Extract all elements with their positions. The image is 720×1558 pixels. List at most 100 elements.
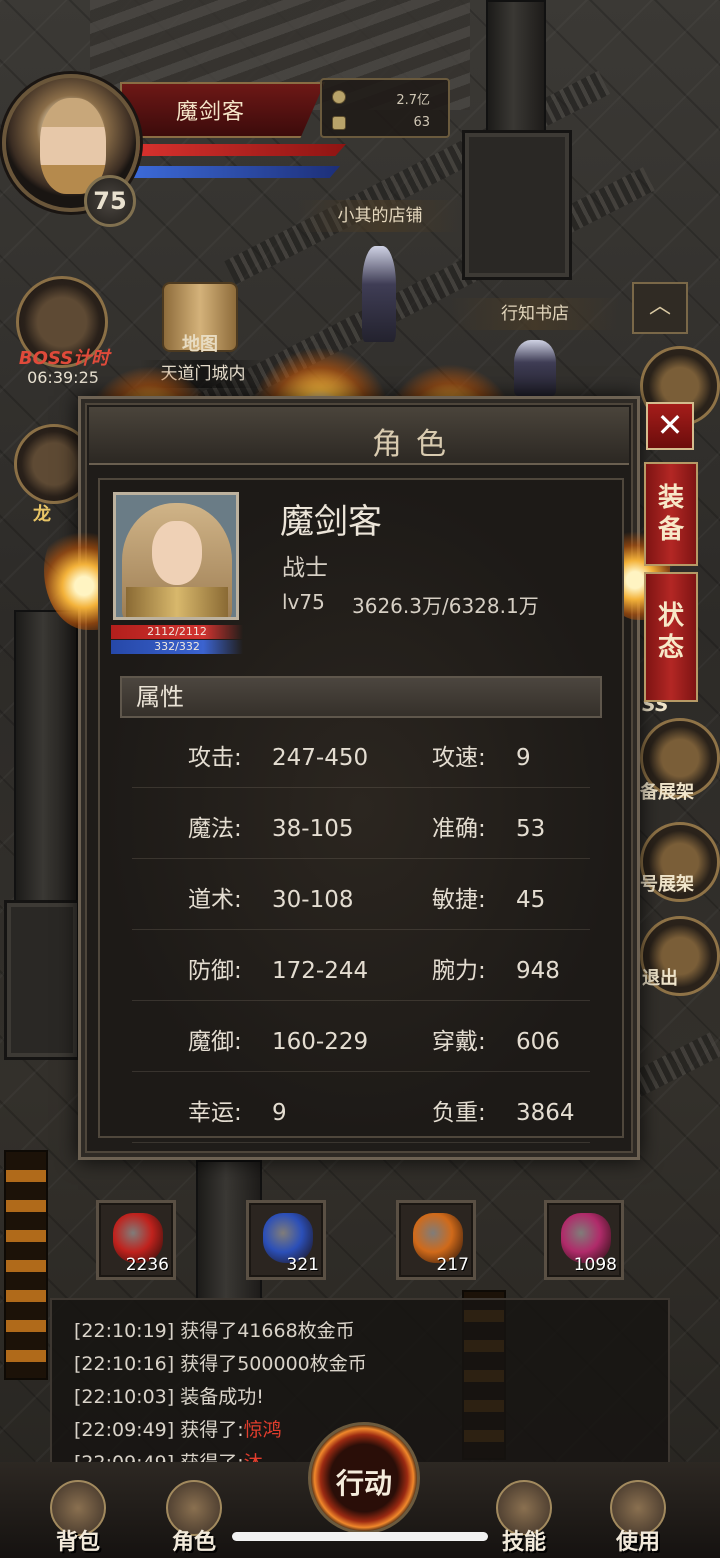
nav-use-button[interactable]: 使用: [590, 1476, 686, 1558]
character-name: 魔剑客: [280, 502, 382, 542]
tab-equipment[interactable]: 装备: [644, 462, 698, 566]
player-level-badge: 75: [84, 175, 136, 227]
attribute-right: 负重: 3864: [432, 1093, 575, 1127]
home-indicator[interactable]: [232, 1532, 488, 1541]
character-mp-bar: 332/332: [111, 640, 243, 654]
attribute-left-label: 魔法:: [188, 816, 242, 842]
attribute-right: 敏捷: 45: [432, 880, 545, 914]
dragon-menu-caption: 龙: [33, 504, 51, 525]
attribute-row: 攻击: 247-450 攻速: 9: [132, 718, 590, 788]
item-slot[interactable]: 217: [396, 1200, 476, 1280]
nav-character-label: 角色: [171, 1530, 216, 1555]
gold-row: 2.7亿: [328, 86, 444, 108]
character-hp-bar: 2112/2112: [111, 625, 243, 639]
character-level: lv75: [282, 590, 325, 614]
chat-text: 获得了41668枚金币: [180, 1320, 355, 1342]
attribute-left-label: 幸运:: [188, 1100, 242, 1126]
boss-timer-value: 06:39:25: [27, 368, 99, 387]
map-caption: 地图: [182, 334, 218, 355]
portrait-armor: [126, 587, 228, 617]
item-slot[interactable]: 2236: [96, 1200, 176, 1280]
attribute-row: 防御: 172-244 腕力: 948: [132, 931, 590, 1001]
attributes-header: 属性: [120, 676, 602, 718]
gold-amount: 2.7亿: [396, 93, 430, 108]
chat-text: 装备成功!: [180, 1386, 264, 1408]
bookseller-npc[interactable]: [514, 340, 556, 396]
nav-character-button[interactable]: 角色: [146, 1476, 242, 1558]
bookstore-label[interactable]: 行知书店: [450, 298, 620, 330]
tab-status[interactable]: 状态: [644, 572, 698, 702]
nav-bag-button[interactable]: 背包: [30, 1476, 126, 1558]
item-count: 217: [436, 1255, 469, 1275]
nav-bag-label: 背包: [55, 1530, 100, 1555]
item-count: 321: [286, 1255, 319, 1275]
right-menu-caption-equip-rack: 备展架: [640, 782, 694, 803]
attribute-right-label: 敏捷:: [432, 887, 486, 913]
attribute-right-value: 606: [516, 1029, 560, 1055]
attribute-row: 道术: 30-108 敏捷: 45: [132, 860, 590, 930]
right-menu-caption-title-rack: 号展架: [640, 874, 694, 895]
shopkeeper-npc[interactable]: [362, 246, 396, 342]
chevron-up-icon[interactable]: ︿: [632, 282, 688, 334]
attribute-right: 准确: 53: [432, 809, 545, 843]
close-icon[interactable]: ✕: [646, 402, 694, 450]
attribute-right: 腕力: 948: [432, 951, 560, 985]
attribute-left-value: 247-450: [272, 745, 369, 771]
gold-coin-icon: [332, 90, 346, 104]
nav-skills-button[interactable]: 技能: [476, 1476, 572, 1558]
attribute-right-label: 攻速:: [432, 745, 486, 771]
attribute-row: 魔法: 38-105 准确: 53: [132, 789, 590, 859]
chat-message: [22:10:16] 获得了500000枚金币: [74, 1349, 367, 1376]
chat-timestamp: [22:10:16]: [74, 1353, 175, 1375]
tab-status-label: 状态: [657, 601, 684, 663]
stone-pillar: [14, 610, 78, 910]
chat-item-name[interactable]: 惊鸿: [244, 1419, 282, 1441]
chat-message: [22:10:19] 获得了41668枚金币: [74, 1316, 355, 1343]
character-class: 战士: [282, 555, 328, 581]
attribute-right-label: 腕力:: [432, 958, 486, 984]
boss-timer-caption: BOSS计时: [18, 348, 110, 369]
dialog-title: 角色: [372, 427, 460, 462]
chat-text: 获得了:: [180, 1419, 244, 1441]
attribute-right-value: 3864: [516, 1100, 575, 1126]
attribute-left-label: 防御:: [188, 958, 242, 984]
ingot-row: 63: [328, 112, 444, 134]
attribute-left: 幸运: 9: [188, 1093, 287, 1127]
chat-message: [22:10:03] 装备成功!: [74, 1382, 264, 1409]
attribute-right: 穿戴: 606: [432, 1022, 560, 1056]
pillar-base: [4, 900, 80, 1060]
attribute-left: 防御: 172-244: [188, 951, 368, 985]
currency-panel: 2.7亿 63: [320, 78, 450, 138]
attribute-left: 攻击: 247-450: [188, 738, 368, 772]
ingot-icon: [332, 116, 346, 130]
chat-timestamp: [22:10:03]: [74, 1386, 175, 1408]
player-name: 魔剑客: [176, 100, 246, 125]
attribute-right-value: 9: [516, 745, 531, 771]
attribute-right-label: 准确:: [432, 816, 486, 842]
chat-text: 获得了500000枚金币: [180, 1353, 367, 1375]
chat-message: [22:09:49] 获得了:惊鸿: [74, 1415, 282, 1442]
attribute-row: 幸运: 9 负重: 3864: [132, 1073, 590, 1143]
character-exp: 3626.3万/6328.1万: [352, 594, 539, 618]
ingot-amount: 63: [413, 115, 430, 130]
action-button-label: 行动: [335, 1467, 392, 1500]
attribute-left-label: 道术:: [188, 887, 242, 913]
item-slot[interactable]: 321: [246, 1200, 326, 1280]
player-mp-bar: [134, 166, 340, 178]
attribute-right: 攻速: 9: [432, 738, 531, 772]
attribute-left: 道术: 30-108: [188, 880, 353, 914]
item-count: 2236: [125, 1255, 169, 1275]
nav-use-label: 使用: [615, 1530, 660, 1555]
character-portrait: [113, 492, 239, 620]
attribute-left-value: 172-244: [272, 958, 369, 984]
attribute-left-value: 30-108: [272, 887, 354, 913]
pillar-base: [462, 130, 572, 280]
nav-skills-label: 技能: [501, 1530, 546, 1555]
attribute-left-value: 38-105: [272, 816, 354, 842]
attribute-left: 魔御: 160-229: [188, 1022, 368, 1056]
portrait-face: [152, 521, 202, 585]
hanging-banner: [4, 1150, 48, 1380]
item-slot[interactable]: 1098: [544, 1200, 624, 1280]
attribute-right-label: 负重:: [432, 1100, 486, 1126]
shop-label[interactable]: 小其的店铺: [298, 200, 462, 232]
